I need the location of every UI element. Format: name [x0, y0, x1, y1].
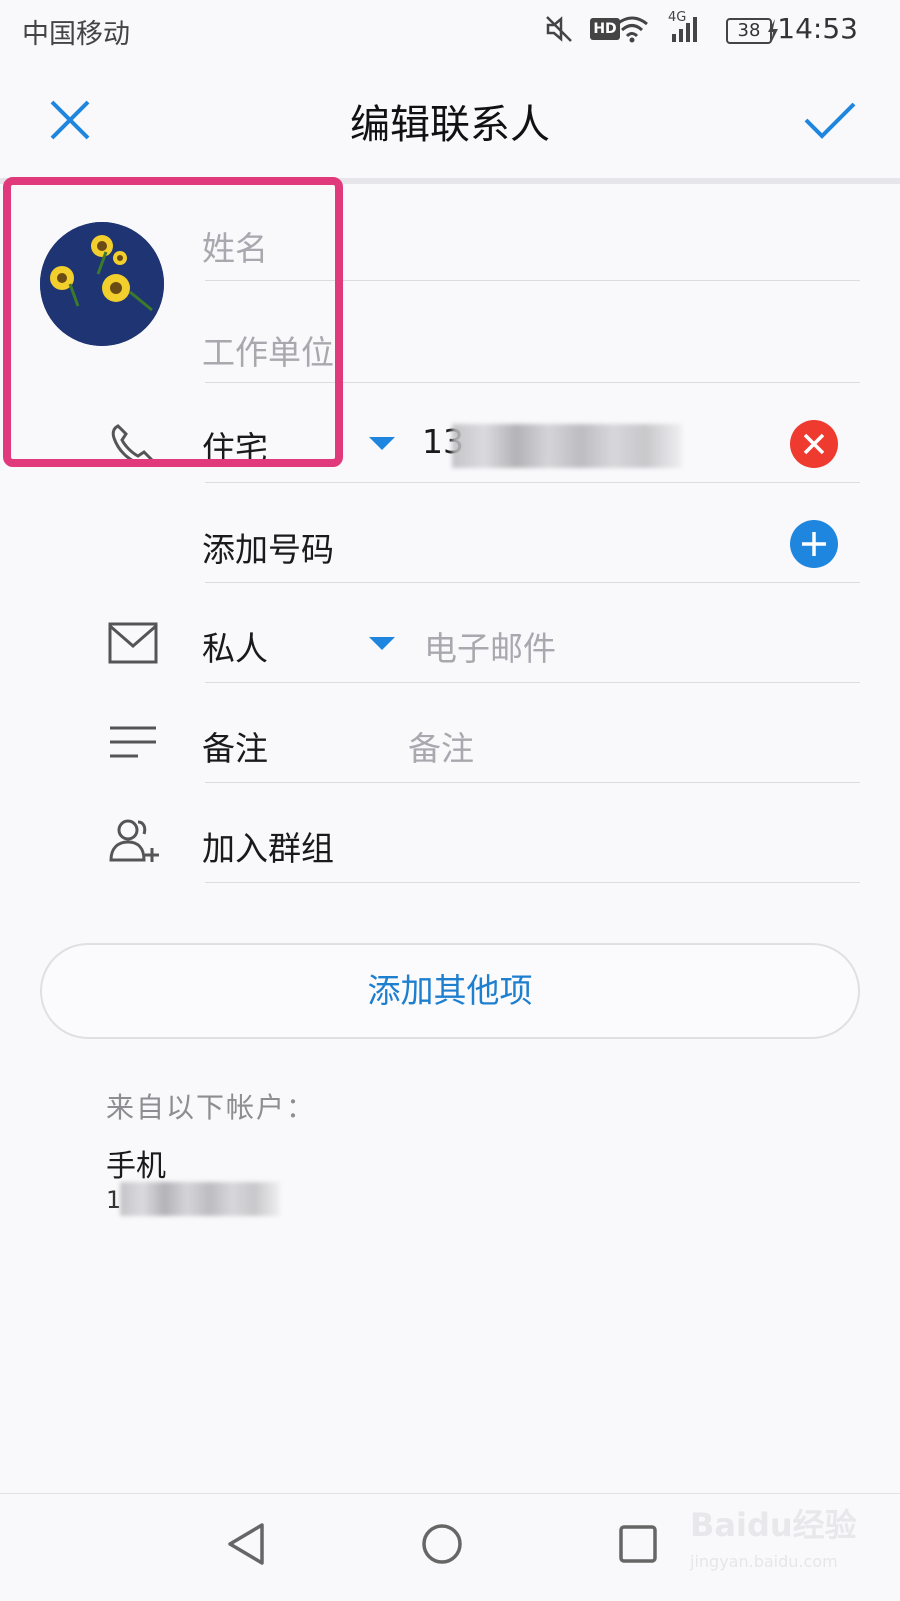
home-button[interactable] — [420, 1522, 464, 1570]
wifi-icon — [616, 16, 648, 43]
plus-icon — [802, 532, 826, 556]
add-number-button[interactable] — [790, 520, 838, 568]
divider — [205, 582, 860, 583]
email-icon — [108, 622, 158, 664]
watermark-brand: Baidu经验 — [690, 1506, 857, 1544]
email-type-label[interactable]: 私人 — [202, 622, 268, 670]
add-to-group-item[interactable]: 加入群组 — [202, 822, 334, 870]
divider — [205, 682, 860, 683]
home-circle-icon — [422, 1524, 462, 1564]
notes-label: 备注 — [202, 729, 268, 768]
notes-icon — [110, 726, 156, 758]
watermark-url: jingyan.baidu.com — [690, 1552, 838, 1571]
confirm-button[interactable] — [802, 98, 858, 142]
recents-square-icon — [619, 1525, 657, 1563]
add-other-fields-button[interactable]: 添加其他项 — [40, 943, 860, 1039]
phone-type-dropdown-icon[interactable] — [369, 437, 395, 450]
carrier-name: 中国移动 — [22, 19, 130, 50]
divider — [205, 782, 860, 783]
delete-phone-button[interactable] — [790, 420, 838, 468]
remove-icon — [803, 433, 825, 455]
clock: 14:53 — [777, 12, 858, 45]
status-bar: 中国移动 HD 4G 38 14:53 — [0, 0, 900, 62]
divider — [205, 882, 860, 883]
notes-input[interactable]: 备注 — [408, 722, 474, 770]
account-name: 手机 — [106, 1149, 166, 1184]
back-triangle-icon — [228, 1523, 264, 1565]
email-input[interactable]: 电子邮件 — [424, 622, 556, 670]
account-number-redacted — [120, 1182, 280, 1216]
checkmark-icon — [804, 102, 856, 139]
account-section-header: 来自以下帐户： — [106, 1091, 317, 1124]
signal-icon — [672, 17, 697, 42]
divider — [205, 482, 860, 483]
account-number: 1 — [106, 1186, 122, 1214]
add-number-label[interactable]: 添加号码 — [202, 523, 334, 571]
back-button[interactable] — [226, 1522, 266, 1570]
phone-number-redacted — [452, 424, 682, 468]
email-type-dropdown-icon[interactable] — [369, 637, 395, 650]
recents-button[interactable] — [618, 1524, 658, 1568]
highlight-box — [3, 177, 343, 467]
add-group-icon — [109, 819, 159, 862]
page-title: 编辑联系人 — [350, 102, 550, 148]
mute-icon — [546, 16, 572, 42]
